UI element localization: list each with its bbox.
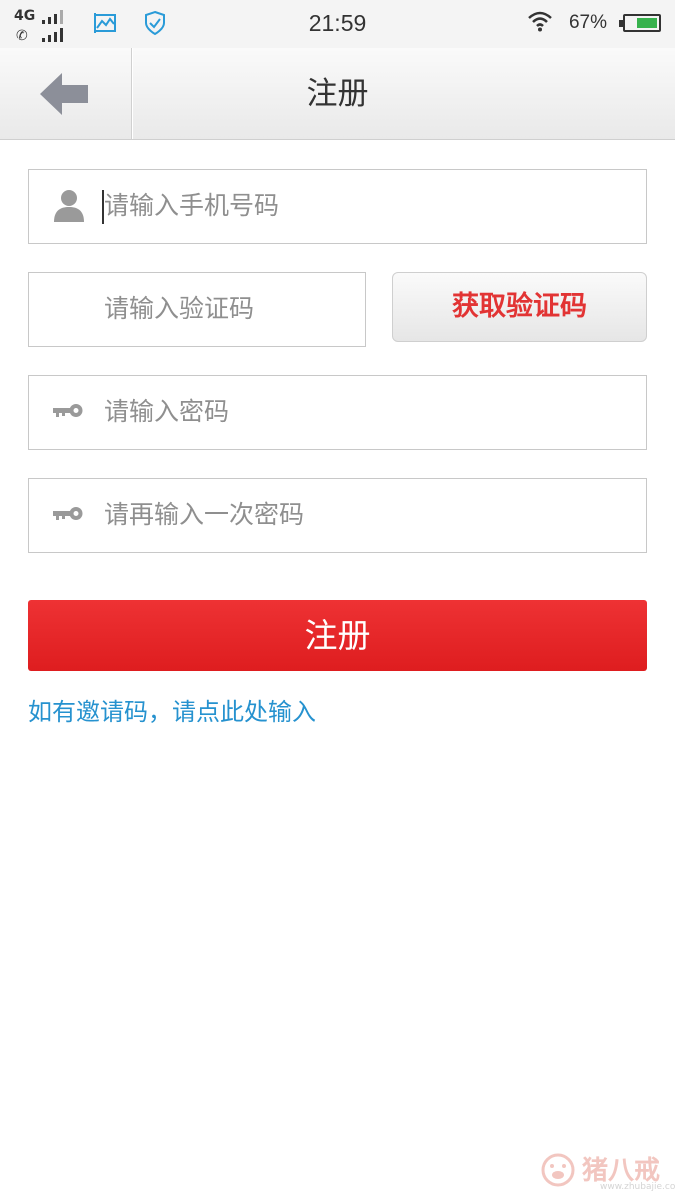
back-arrow-icon [40,73,88,115]
password-confirm-placeholder: 请再输入一次密码 [104,500,305,529]
wifi-icon [527,10,553,36]
status-bar: 4G ✆ 21:59 67% [0,0,675,48]
user-icon [53,188,85,226]
password-input[interactable]: 请输入密码 [28,375,647,450]
password-placeholder: 请输入密码 [104,397,230,426]
invite-code-link[interactable]: 如有邀请码，请点此处输入 [28,692,316,727]
battery-icon [619,14,661,32]
status-right: 67% [527,10,661,36]
password-confirm-input[interactable]: 请再输入一次密码 [28,478,647,553]
key-icon [53,506,83,526]
back-button[interactable] [0,48,132,139]
key-icon [53,403,83,423]
battery-fill [637,18,657,28]
verification-code-input[interactable]: 请输入验证码 [28,272,366,347]
phone-input[interactable]: 请输入手机号码 [28,169,647,244]
phone-placeholder: 请输入手机号码 [104,191,280,220]
register-button[interactable]: 注册 [28,600,647,671]
title-bar: 注册 [0,48,675,140]
code-placeholder: 请输入验证码 [104,294,255,323]
watermark-logo: 猪八戒 www.zhubajie.com [538,1148,675,1198]
watermark-url: www.zhubajie.com [600,1182,675,1192]
pig-logo-icon [541,1153,575,1187]
get-code-button[interactable]: 获取验证码 [392,272,647,342]
battery-percent: 67% [568,12,607,33]
